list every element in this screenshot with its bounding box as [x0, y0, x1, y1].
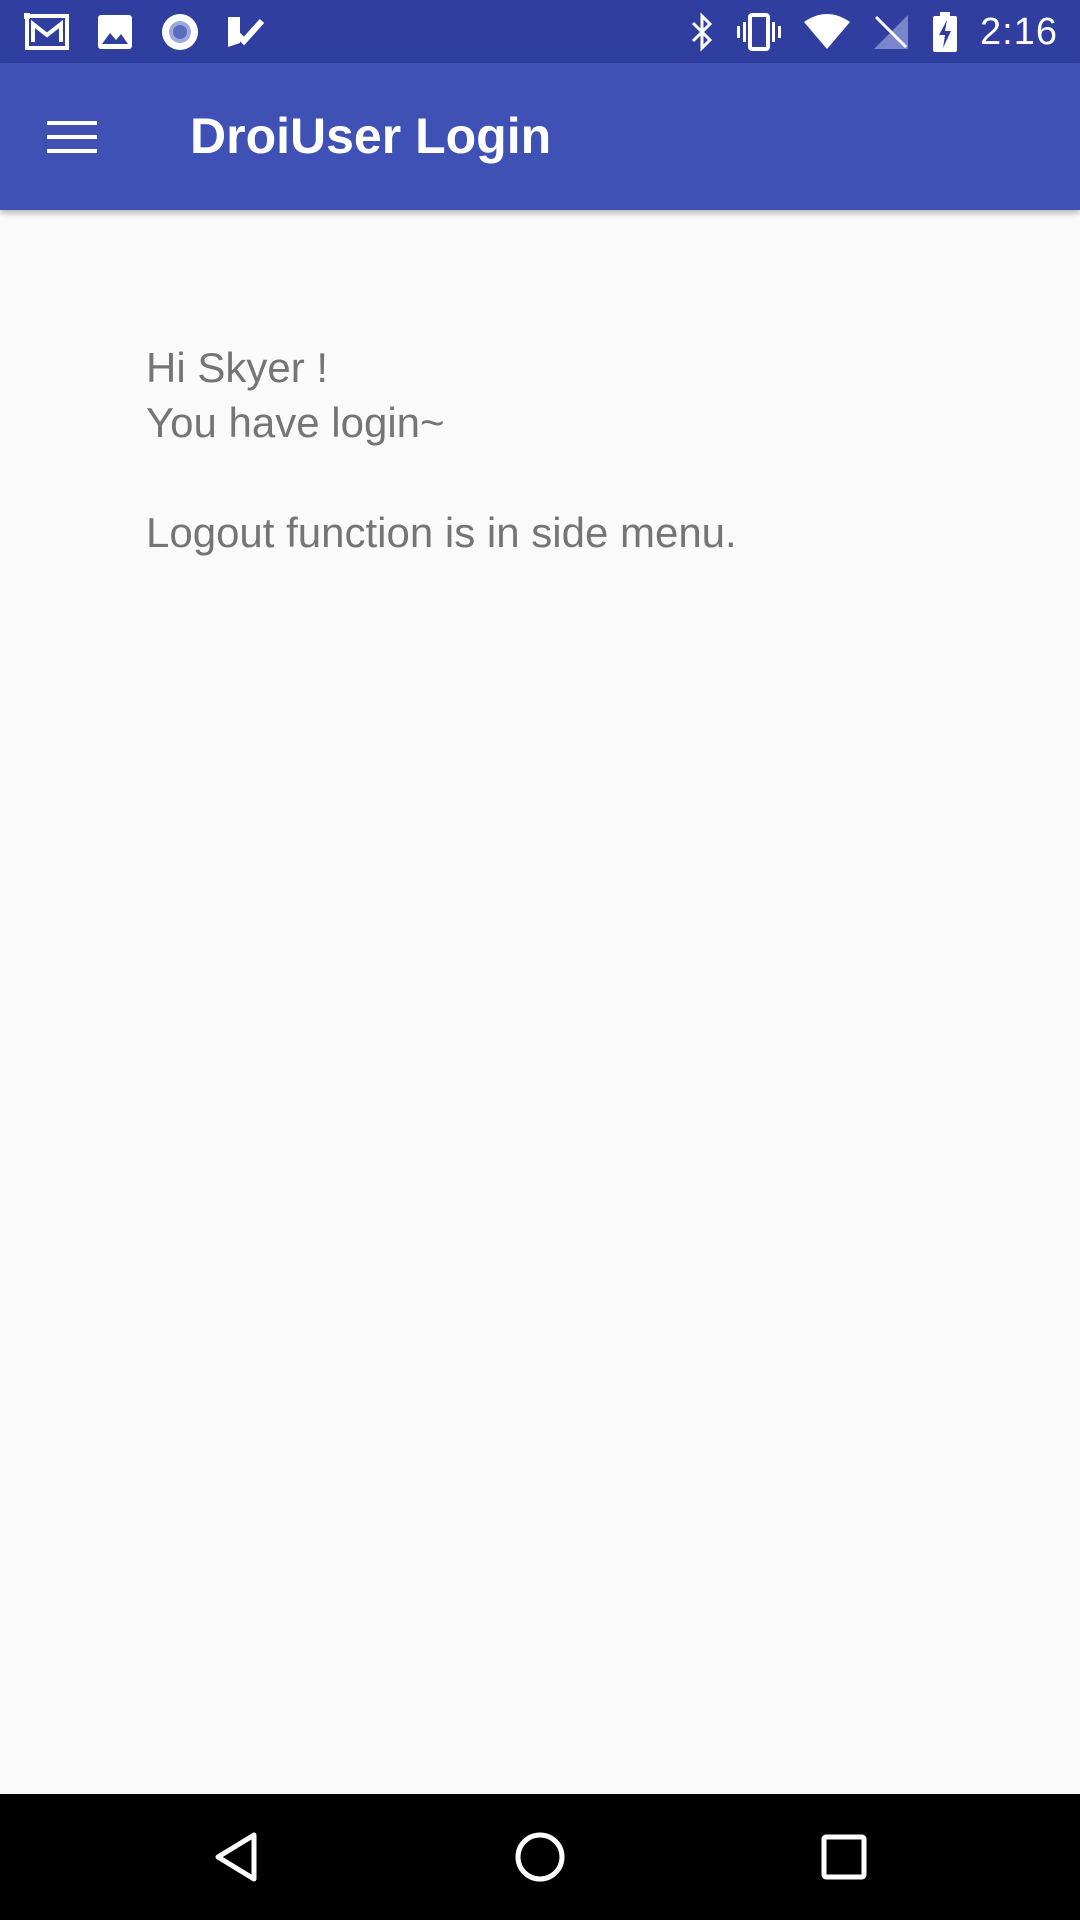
- status-time: 2:16: [980, 10, 1058, 53]
- home-button[interactable]: [500, 1817, 580, 1897]
- recents-button[interactable]: [804, 1817, 884, 1897]
- status-bar: 2:16: [0, 0, 1080, 63]
- battery-charging-icon: [932, 12, 958, 52]
- system-navigation-bar: [0, 1794, 1080, 1920]
- notification-icons: [24, 10, 266, 54]
- no-signal-icon: [872, 13, 910, 51]
- bluetooth-icon: [690, 12, 714, 52]
- logout-hint-text: Logout function is in side menu.: [146, 509, 737, 556]
- menu-icon: [47, 119, 97, 155]
- greeting-text: Hi Skyer !: [146, 344, 329, 391]
- task-check-icon: [226, 13, 266, 51]
- menu-button[interactable]: [30, 98, 114, 176]
- home-icon: [514, 1831, 566, 1883]
- app-title: DroiUser Login: [190, 108, 552, 164]
- back-icon: [214, 1832, 258, 1882]
- image-icon: [96, 13, 134, 51]
- app-bar: DroiUser Login: [0, 63, 1080, 210]
- recents-icon: [821, 1834, 867, 1880]
- system-status-icons: 2:16: [690, 10, 1058, 54]
- login-status-text: You have login~: [146, 399, 445, 446]
- gmail-icon: [24, 13, 70, 51]
- wifi-icon: [804, 14, 851, 50]
- back-button[interactable]: [196, 1817, 276, 1897]
- vibrate-icon: [736, 13, 782, 51]
- welcome-message: Hi Skyer ! You have login~ Logout functi…: [146, 340, 1006, 560]
- radio-circle-icon: [160, 12, 200, 52]
